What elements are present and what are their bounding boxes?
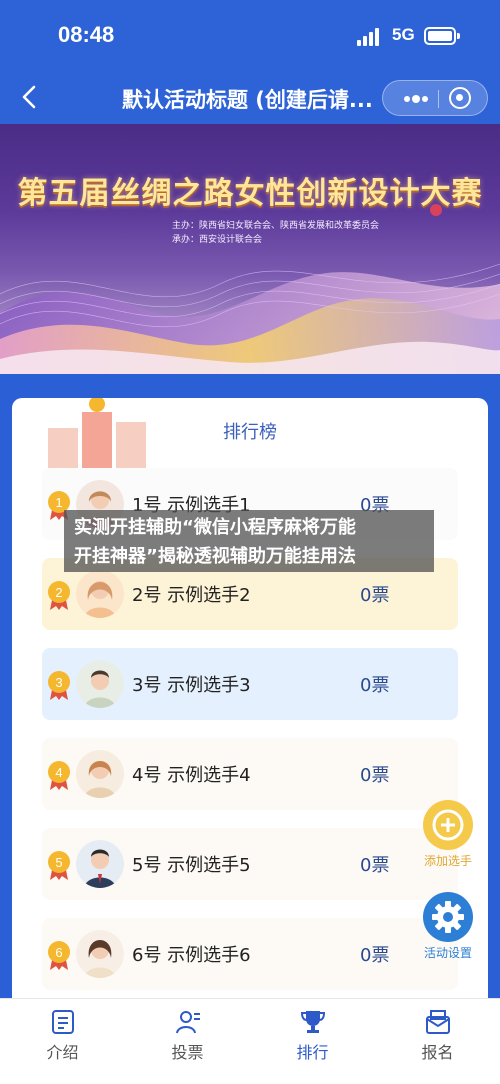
overlay-caption-line1: 实测开挂辅助“微信小程序麻将万能 — [74, 517, 356, 538]
nav-bar: 默认活动标题 (创建后请... — [0, 72, 500, 124]
medal-3-icon: 3 — [48, 671, 70, 700]
network-label: 5G — [392, 25, 415, 44]
banner-headline: 第五届丝绸之路女性创新设计大赛 — [17, 176, 483, 211]
tab-label: 排行 — [296, 1043, 329, 1062]
rank-row[interactable]: 4 4号 示例选手4 0票 — [42, 738, 458, 810]
medal-2-icon: 2 — [48, 581, 70, 610]
tab-label: 报名 — [421, 1043, 454, 1062]
add-player-button[interactable]: 添加选手 — [412, 800, 484, 869]
list-icon — [52, 1010, 74, 1034]
vote-count: 0票 — [360, 675, 390, 696]
plus-icon — [423, 800, 473, 850]
banner-wave-art — [0, 204, 500, 374]
player-name: 5号 示例选手5 — [132, 855, 251, 876]
avatar — [76, 840, 124, 888]
user-vote-icon — [176, 1011, 200, 1034]
player-name: 4号 示例选手4 — [132, 765, 251, 786]
avatar — [76, 750, 124, 798]
tab-signup[interactable]: 报名 — [375, 999, 500, 1069]
player-name: 6号 示例选手6 — [132, 945, 251, 966]
medal-4-icon: 4 — [48, 761, 70, 790]
event-settings-label: 活动设置 — [423, 946, 472, 960]
avatar — [76, 660, 124, 708]
rank-row[interactable]: 3 3号 示例选手3 0票 — [42, 648, 458, 720]
status-bar: 08:48 5G — [0, 0, 500, 72]
more-icon[interactable] — [393, 81, 435, 115]
svg-text:1: 1 — [55, 495, 62, 510]
close-miniprogram-icon[interactable] — [449, 87, 471, 109]
tab-label: 投票 — [171, 1043, 204, 1062]
player-name: 2号 示例选手2 — [132, 585, 251, 606]
vote-count: 0票 — [360, 585, 390, 606]
signal-icon — [357, 28, 383, 46]
event-settings-button[interactable]: 活动设置 — [412, 892, 484, 961]
banner-organizer: 主办：陕西省妇女联合会、陕西省发展和改革委员会 — [172, 221, 380, 231]
medal-6-icon: 6 — [48, 941, 70, 970]
tab-ranking[interactable]: 排行 — [250, 999, 375, 1069]
capsule-divider — [438, 90, 439, 108]
avatar — [76, 570, 124, 618]
overlay-caption: 实测开挂辅助“微信小程序麻将万能 开挂神器”揭秘透视辅助万能挂用法 — [64, 510, 434, 572]
tab-intro[interactable]: 介绍 — [0, 999, 125, 1069]
menu-capsule — [382, 80, 488, 116]
status-time: 08:48 — [58, 22, 115, 47]
svg-text:2: 2 — [55, 585, 62, 600]
ranking-title: 排行榜 — [223, 422, 277, 443]
vote-count: 0票 — [360, 945, 390, 966]
vote-count: 0票 — [360, 765, 390, 786]
bottom-tab-bar: 介绍 投票 排行 报名 — [0, 998, 500, 1084]
tab-vote[interactable]: 投票 — [125, 999, 250, 1069]
add-player-label: 添加选手 — [423, 854, 472, 868]
banner-co-organizer: 承办：西安设计联合会 — [172, 235, 263, 245]
svg-text:6: 6 — [55, 945, 62, 960]
player-name: 3号 示例选手3 — [132, 675, 251, 696]
tab-label: 介绍 — [46, 1043, 79, 1062]
gear-icon — [423, 892, 473, 942]
rank-row[interactable]: 5 5号 示例选手5 0票 — [42, 828, 458, 900]
battery-icon — [424, 27, 460, 45]
svg-text:3: 3 — [55, 675, 62, 690]
svg-text:4: 4 — [55, 765, 62, 780]
page-title: 默认活动标题 (创建后请... — [122, 88, 373, 112]
svg-text:5: 5 — [55, 855, 62, 870]
trophy-icon — [300, 1011, 326, 1033]
overlay-caption-line2: 开挂神器”揭秘透视辅助万能挂用法 — [74, 546, 356, 567]
rank-row[interactable]: 6 6号 示例选手6 0票 — [42, 918, 458, 990]
event-banner: 第五届丝绸之路女性创新设计大赛 主办：陕西省妇女联合会、陕西省发展和改革委员会 … — [0, 124, 500, 374]
signup-icon — [426, 1010, 450, 1034]
back-icon[interactable] — [18, 84, 44, 110]
vote-count: 0票 — [360, 855, 390, 876]
medal-5-icon: 5 — [48, 851, 70, 880]
avatar — [76, 930, 124, 978]
